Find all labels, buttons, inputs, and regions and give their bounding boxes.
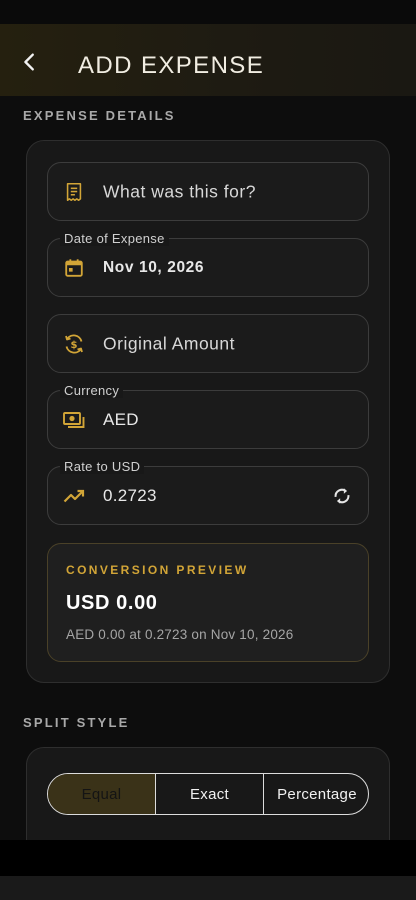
conversion-preview-label: CONVERSION PREVIEW — [66, 563, 249, 577]
calendar-icon — [62, 256, 86, 280]
section-label-split-style: SPLIT STYLE — [23, 715, 130, 730]
date-label: Date of Expense — [60, 231, 169, 246]
trending-up-icon — [62, 484, 86, 508]
page-title: ADD EXPENSE — [78, 52, 265, 79]
rate-field[interactable]: Rate to USD 0.2723 — [47, 459, 369, 525]
conversion-preview: CONVERSION PREVIEW USD 0.00 AED 0.00 at … — [47, 543, 369, 662]
bottom-bar — [0, 840, 416, 876]
date-field[interactable]: Date of Expense Nov 10, 2026 — [47, 231, 369, 297]
status-bar — [0, 0, 416, 24]
currency-field[interactable]: Currency AED — [47, 383, 369, 449]
currency-exchange-icon: $ — [62, 332, 86, 356]
currency-label: Currency — [60, 383, 124, 398]
currency-value: AED — [103, 409, 139, 429]
split-option-equal[interactable]: Equal — [48, 774, 155, 814]
receipt-icon — [62, 180, 86, 204]
chevron-left-icon — [24, 53, 34, 71]
svg-text:$: $ — [71, 340, 78, 351]
split-style-selector: Equal Exact Percentage — [47, 773, 369, 815]
rate-value: 0.2723 — [103, 485, 157, 505]
conversion-note: AED 0.00 at 0.2723 on Nov 10, 2026 — [66, 627, 294, 642]
converted-amount: USD 0.00 — [66, 592, 158, 614]
cash-icon — [62, 408, 86, 432]
amount-placeholder: Original Amount — [103, 333, 236, 353]
refresh-icon — [334, 487, 350, 504]
date-value: Nov 10, 2026 — [103, 258, 205, 276]
rate-label: Rate to USD — [60, 459, 145, 474]
split-option-percentage[interactable]: Percentage — [263, 774, 368, 814]
description-placeholder: What was this for? — [103, 181, 256, 201]
app-bar: ADD EXPENSE — [0, 24, 416, 96]
amount-field[interactable]: $ Original Amount — [47, 314, 369, 373]
section-label-expense-details: EXPENSE DETAILS — [23, 108, 176, 123]
refresh-rate-button[interactable] — [330, 484, 354, 508]
back-button[interactable] — [14, 46, 46, 78]
system-navigation-bar — [0, 876, 416, 900]
description-field[interactable]: What was this for? — [47, 162, 369, 221]
split-option-exact[interactable]: Exact — [155, 774, 263, 814]
